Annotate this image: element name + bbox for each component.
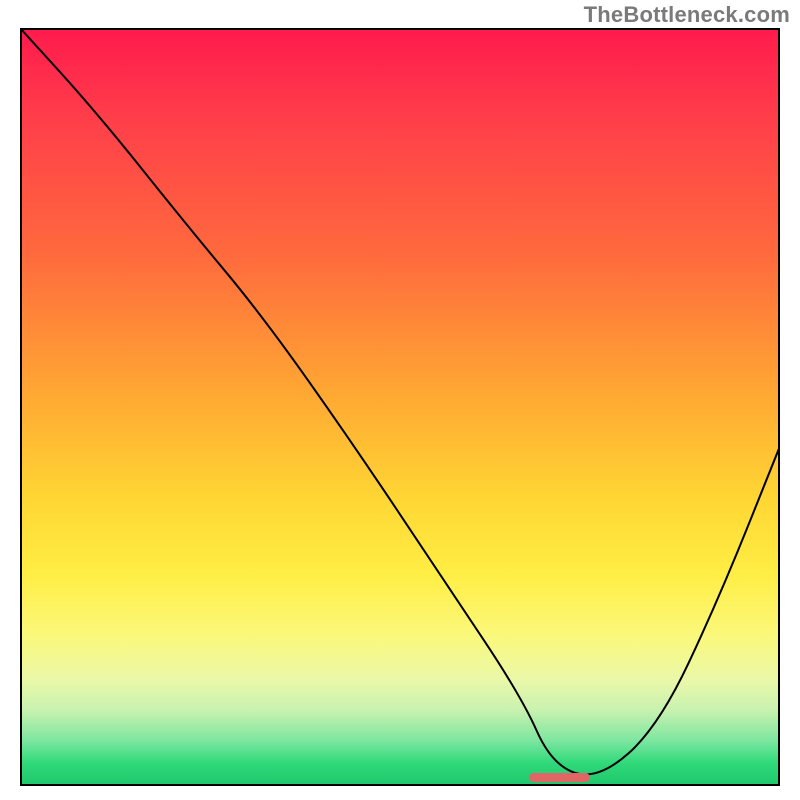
watermark-text: TheBottleneck.com: [584, 2, 790, 28]
bottleneck-curve-svg: [20, 28, 780, 788]
bottleneck-curve-path: [20, 28, 780, 774]
chart-plot-area: [20, 28, 780, 786]
optimum-marker: [529, 773, 590, 782]
